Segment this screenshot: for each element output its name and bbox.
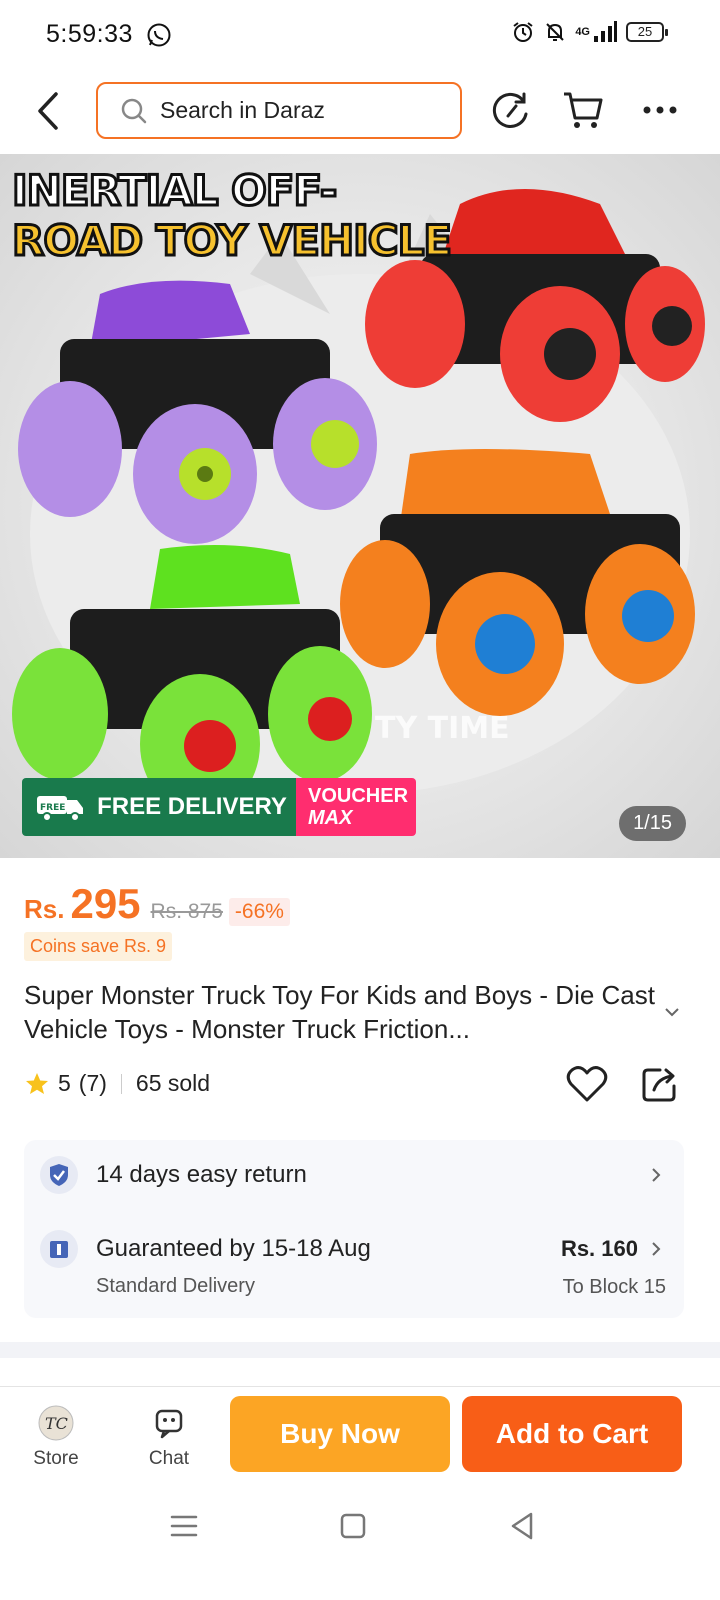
hero-title-line2: ROAD TOY VEHICLE: [10, 215, 453, 267]
hero-title-line1: INERTIAL OFF-: [10, 165, 338, 217]
buy-now-button[interactable]: Buy Now: [230, 1396, 450, 1472]
store-label: Store: [33, 1448, 79, 1469]
top-bar: Search in Daraz: [0, 70, 720, 154]
background-text: TY TIME: [375, 711, 510, 746]
status-icons: 4G 25: [511, 20, 668, 44]
service-info-card: 14 days easy return Guaranteed by 15-18 …: [24, 1140, 684, 1318]
voucher-max-label: MAX: [308, 807, 353, 829]
chevron-right-icon[interactable]: [648, 1167, 664, 1183]
image-counter: 1/15: [619, 806, 686, 841]
home-nav-icon[interactable]: [335, 1508, 371, 1544]
discount-badge: -66%: [228, 898, 290, 926]
coins-save-badge: Coins save Rs. 9: [24, 932, 173, 961]
delivery-fee: Rs. 160: [560, 1236, 638, 1261]
original-price: Rs. 875: [150, 900, 223, 923]
battery-level: 25: [637, 24, 653, 39]
status-time: 5:59:33: [46, 20, 133, 48]
menu-nav-icon[interactable]: [166, 1508, 202, 1544]
bottom-bar-border: [0, 1386, 720, 1387]
price-row: Rs. 295 Rs. 875 -66%: [24, 880, 290, 928]
chat-button[interactable]: Chat: [140, 1404, 198, 1470]
star-icon: [26, 1072, 48, 1094]
search-placeholder: Search in Daraz: [160, 97, 325, 123]
rating-row[interactable]: 5 (7) 65 sold: [24, 1070, 210, 1097]
hero-title: INERTIAL OFF- ROAD TOY VEHICLE: [10, 165, 453, 267]
mute-bell-icon: [546, 23, 565, 41]
section-divider: [0, 1342, 720, 1358]
rating-separator: [120, 1073, 122, 1094]
currency: Rs.: [24, 894, 65, 924]
sold-count: 65 sold: [135, 1070, 211, 1096]
voucher-label: VOUCHER: [308, 785, 409, 807]
free-delivery-label: FREE DELIVERY: [97, 793, 287, 820]
delivery-box-icon: [40, 1230, 78, 1268]
more-icon[interactable]: [638, 88, 682, 132]
delivery-destination[interactable]: To Block 15: [563, 1276, 666, 1299]
review-count: (7): [78, 1070, 107, 1096]
free-delivery-badge: FREE FREE DELIVERY: [22, 778, 296, 836]
free-tag: FREE: [40, 803, 65, 813]
wishlist-heart-icon[interactable]: [566, 1064, 608, 1104]
back-nav-icon[interactable]: [504, 1508, 540, 1544]
rating-value: 5: [58, 1070, 71, 1096]
share-icon[interactable]: [640, 1064, 680, 1104]
chevron-right-icon[interactable]: [648, 1241, 664, 1257]
add-to-cart-button[interactable]: Add to Cart: [462, 1396, 682, 1472]
cart-icon[interactable]: [561, 88, 605, 132]
chevron-down-icon[interactable]: [662, 1002, 682, 1022]
alarm-icon: [513, 22, 533, 42]
return-shield-icon: [40, 1156, 78, 1194]
status-bar: 5:59:33 4G 25: [0, 0, 720, 70]
delivery-truck-icon: FREE: [37, 796, 84, 822]
delivery-type: Standard Delivery: [96, 1275, 255, 1297]
network-type: 4G: [575, 26, 590, 38]
chat-icon: [155, 1409, 183, 1439]
product-image-carousel[interactable]: TY TIME INERTIAL OFF- ROAD TOY VEHICLE F…: [0, 154, 720, 858]
store-button[interactable]: TC Store: [28, 1404, 84, 1470]
return-policy[interactable]: 14 days easy return: [96, 1161, 307, 1189]
product-title: Super Monster Truck Toy For Kids and Boy…: [24, 980, 655, 1044]
price: 295: [70, 880, 141, 927]
svg-text:TC: TC: [45, 1414, 68, 1433]
whatsapp-icon: [147, 23, 171, 47]
voucher-max-badge: VOUCHER MAX: [296, 778, 416, 836]
promo-badge: FREE FREE DELIVERY VOUCHER MAX: [22, 778, 416, 836]
signal-icon: [594, 21, 617, 42]
search-input[interactable]: Search in Daraz: [96, 82, 462, 139]
battery-icon: 25: [626, 22, 668, 42]
back-arrow-icon[interactable]: [30, 90, 70, 132]
store-logo-icon: TC: [38, 1405, 74, 1441]
chat-label: Chat: [148, 1448, 190, 1469]
history-icon[interactable]: [488, 88, 532, 132]
guaranteed-delivery[interactable]: Guaranteed by 15-18 Aug: [96, 1235, 371, 1263]
search-icon: [121, 98, 147, 123]
